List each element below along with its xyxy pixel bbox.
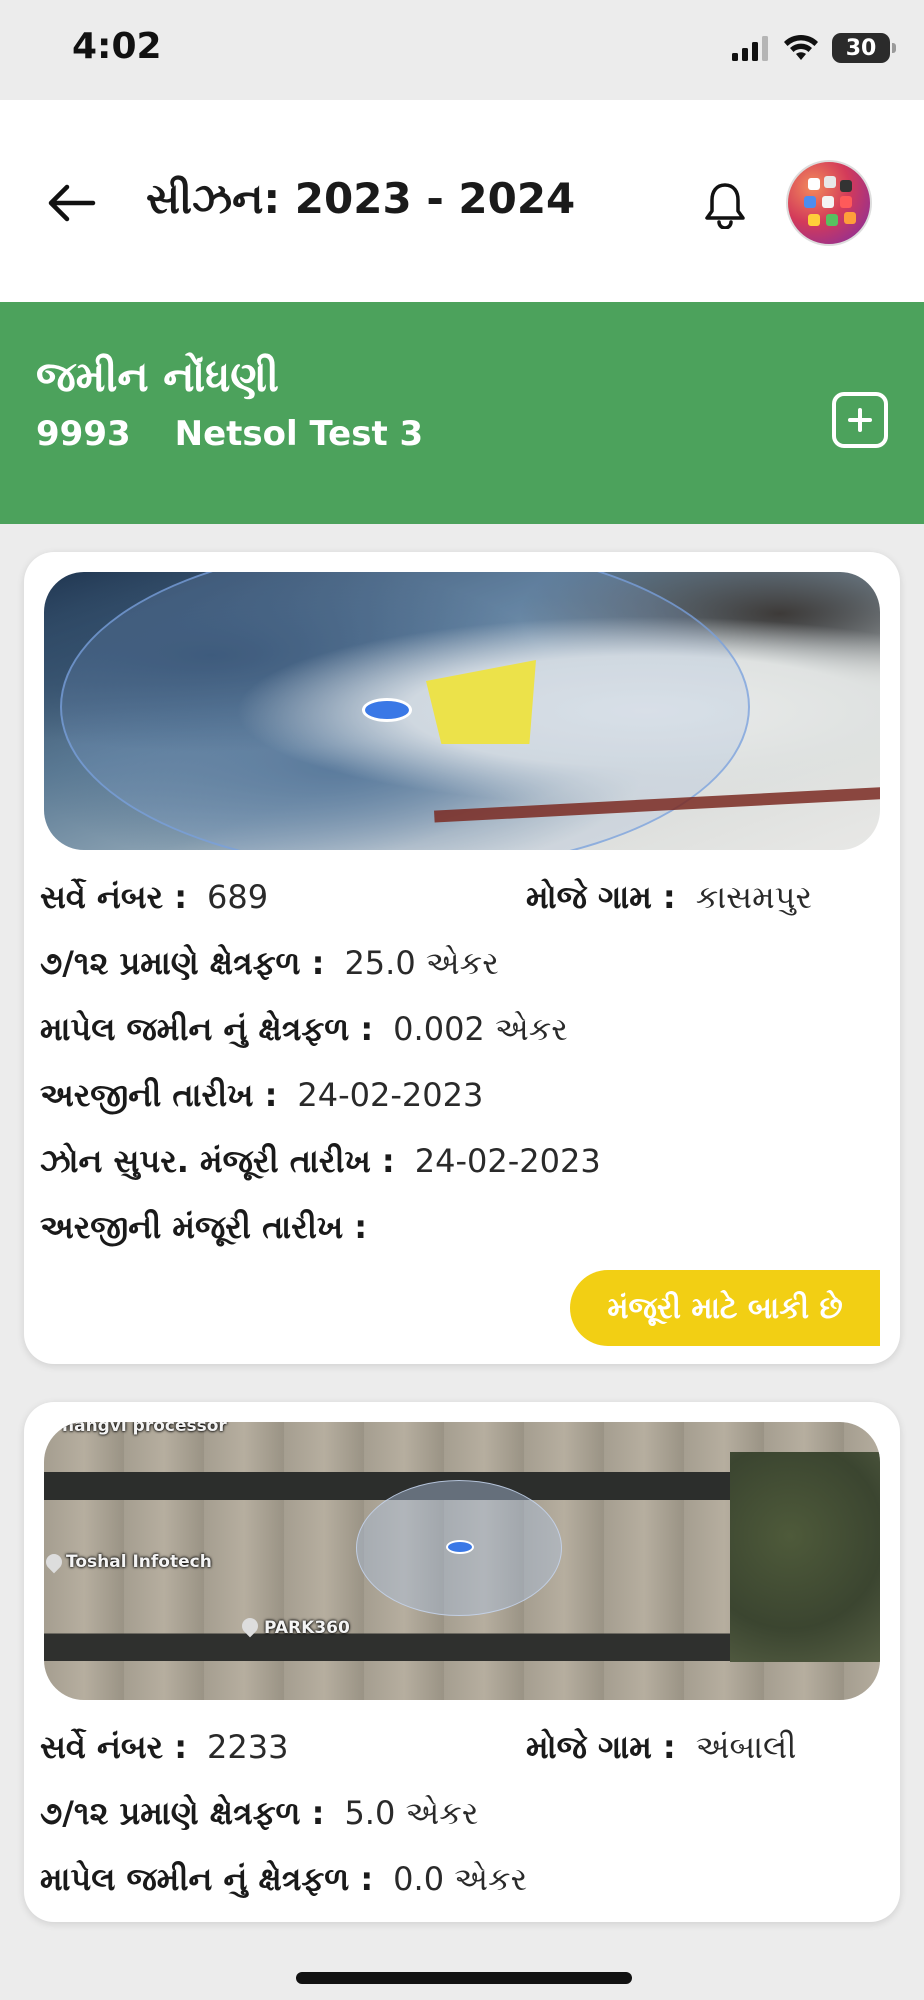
banner-subtitle: 9993 Netsol Test 3 <box>36 414 423 454</box>
application-date-value: 24-02-2023 <box>297 1076 484 1114</box>
measured-area-value: 0.0 એકર <box>393 1860 528 1898</box>
add-land-button[interactable] <box>832 392 888 448</box>
village-row: મોજે ગામ : અંબાલી <box>526 1728 796 1767</box>
home-indicator[interactable] <box>296 1972 632 1984</box>
measured-area-row: માપેલ જમીન નું ક્ષેત્રફળ : 0.002 એકર <box>40 1010 568 1049</box>
survey-number-row: સર્વે નંબર : 689 <box>40 878 268 917</box>
wifi-icon <box>784 34 818 60</box>
village-value: અંબાલી <box>695 1728 797 1766</box>
zone-approval-date-value: 24-02-2023 <box>414 1142 601 1180</box>
survey-number-value: 689 <box>207 878 269 916</box>
bell-icon <box>705 183 745 229</box>
measured-area-value: 0.002 એકર <box>393 1010 568 1048</box>
status-badge[interactable]: મંજૂરી માટે બાકી છે <box>570 1270 880 1346</box>
location-pin-icon <box>362 698 412 722</box>
village-label: મોજે ગામ : <box>526 878 676 916</box>
approval-date-row: અરજીની મંજૂરી તારીખ : <box>40 1208 387 1247</box>
area-712-row: ૭/૧૨ પ્રમાણે ક્ષેત્રફળ : 5.0 એકર <box>40 1794 478 1833</box>
area-712-row: ૭/૧૨ પ્રમાણે ક્ષેત્રફળ : 25.0 એકર <box>40 944 499 983</box>
back-button[interactable] <box>36 168 106 238</box>
map-place-label: PARK360 <box>264 1618 350 1638</box>
status-icons: 30 <box>730 30 896 66</box>
map-place-label: hangvi processor <box>62 1422 227 1436</box>
application-date-row: અરજીની તારીખ : 24-02-2023 <box>40 1076 483 1115</box>
satellite-map-image[interactable] <box>44 572 880 850</box>
zone-approval-date-label: ઝોન સુપર. મંજૂરી તારીખ : <box>40 1142 395 1180</box>
measured-area-label: માપેલ જમીન નું ક્ષેત્રફળ : <box>40 1010 374 1048</box>
survey-number-value: 2233 <box>207 1728 289 1766</box>
banner-title: જમીન નોંધણી <box>36 352 279 401</box>
battery-icon: 30 <box>832 33 896 63</box>
village-value: કાસમપુર <box>695 878 812 916</box>
area-712-value: 25.0 એકર <box>344 944 499 982</box>
measured-area-row: માપેલ જમીન નું ક્ષેત્રફળ : 0.0 એકર <box>40 1860 527 1899</box>
application-date-label: અરજીની તારીખ : <box>40 1076 278 1114</box>
status-bar: 4:02 30 <box>0 0 924 100</box>
status-time: 4:02 <box>72 26 162 67</box>
location-pin-icon <box>446 1540 474 1554</box>
measured-area-label: માપેલ જમીન નું ક્ષેત્રફળ : <box>40 1860 374 1898</box>
back-arrow-icon <box>48 184 96 222</box>
zone-approval-date-row: ઝોન સુપર. મંજૂરી તારીખ : 24-02-2023 <box>40 1142 601 1181</box>
farmer-code: 9993 <box>36 414 131 454</box>
survey-number-label: સર્વે નંબર : <box>40 878 188 916</box>
land-card[interactable]: સર્વે નંબર : 689 મોજે ગામ : કાસમપુર ૭/૧૨ પ… <box>24 552 900 1364</box>
approval-date-label: અરજીની મંજૂરી તારીખ : <box>40 1208 368 1246</box>
farmer-name: Netsol Test 3 <box>174 414 424 454</box>
survey-number-label: સર્વે નંબર : <box>40 1728 188 1766</box>
season-title: સીઝન: 2023 - 2024 <box>146 174 576 223</box>
notification-button[interactable] <box>694 174 756 236</box>
area-712-value: 5.0 એકર <box>344 1794 479 1832</box>
map-vegetation <box>730 1452 880 1662</box>
land-registration-banner: જમીન નોંધણી 9993 Netsol Test 3 <box>0 302 924 524</box>
avatar[interactable] <box>786 160 872 246</box>
signal-icon <box>732 36 768 61</box>
village-row: મોજે ગામ : કાસમપુર <box>526 878 812 917</box>
satellite-map-image[interactable]: hangvi processor Toshal Infotech PARK360 <box>44 1422 880 1700</box>
area-712-label: ૭/૧૨ પ્રમાણે ક્ષેત્રફળ : <box>40 1794 325 1832</box>
village-label: મોજે ગામ : <box>526 1728 676 1766</box>
map-place-pin-icon <box>44 1550 66 1574</box>
battery-level: 30 <box>845 35 877 61</box>
app-header: સીઝન: 2023 - 2024 <box>0 100 924 302</box>
area-712-label: ૭/૧૨ પ્રમાણે ક્ષેત્રફળ : <box>40 944 325 982</box>
map-place-pin-icon <box>238 1614 262 1638</box>
survey-number-row: સર્વે નંબર : 2233 <box>40 1728 288 1767</box>
land-card[interactable]: hangvi processor Toshal Infotech PARK360… <box>24 1402 900 1922</box>
map-place-label: Toshal Infotech <box>66 1552 212 1572</box>
